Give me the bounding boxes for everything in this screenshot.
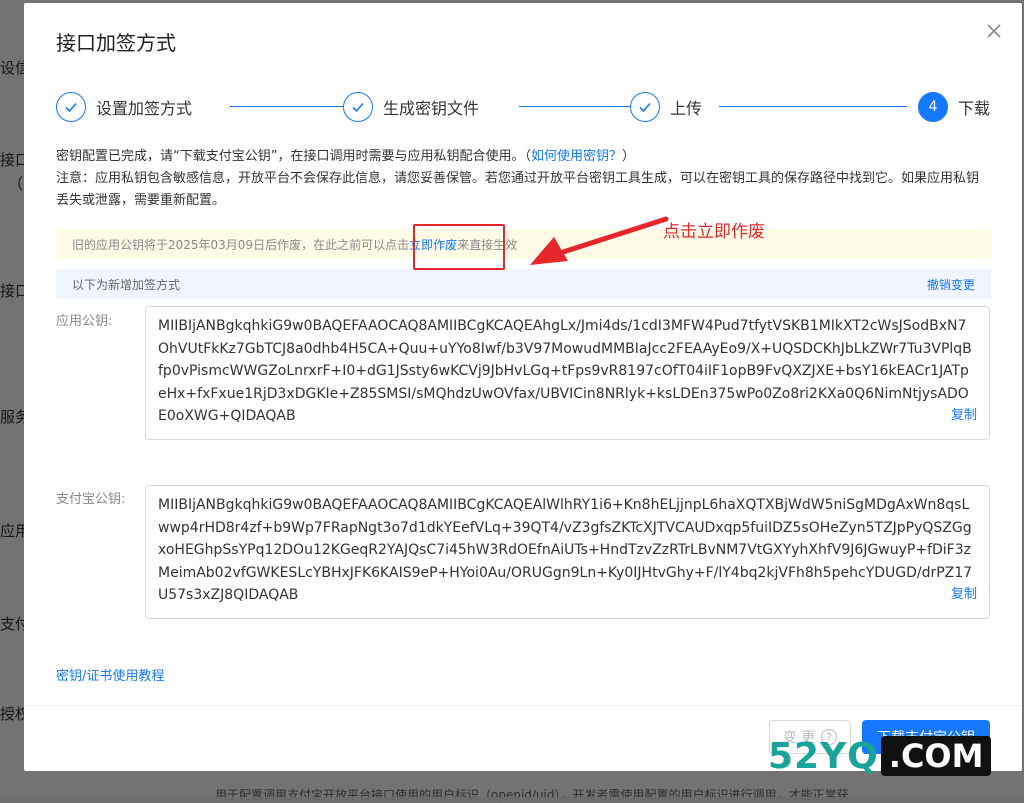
copy-alipay-public-key-link[interactable]: 复制: [951, 584, 977, 607]
check-icon: [56, 92, 86, 122]
new-method-text: 以下为新增加签方式: [72, 277, 181, 292]
step-4: 4 下载: [918, 89, 990, 125]
modal-header: 接口加签方式: [24, 3, 1022, 75]
site-watermark: 52YQ .COM: [768, 734, 1018, 778]
footer-divider: [24, 705, 1022, 706]
check-icon: [343, 92, 373, 122]
info-line: 密钥配置已完成，请“下载支付宝公钥”，在接口调用时需要与应用私钥配合使用。（如何…: [56, 146, 991, 168]
close-icon[interactable]: [984, 21, 1004, 41]
revert-change-link[interactable]: 撤销变更: [927, 276, 975, 293]
how-to-use-key-link[interactable]: 如何使用密钥？: [531, 149, 622, 164]
app-public-key-box: MIIBIjANBgkqhkiG9w0BAQEFAAOCAQ8AMIIBCgKC…: [145, 306, 990, 440]
app-public-key-label: 应用公钥:: [56, 314, 113, 329]
copy-app-public-key-link[interactable]: 复制: [951, 405, 977, 428]
watermark-left: 52YQ: [768, 735, 879, 777]
info-line-text: 密钥配置已完成，请“下载支付宝公钥”，在接口调用时需要与应用私钥配合使用。（: [56, 149, 531, 164]
alipay-public-key-label: 支付宝公钥:: [56, 492, 126, 507]
step-label: 设置加签方式: [96, 99, 193, 118]
notice-text: 旧的应用公钥将于2025年03月09日后作废，在此之前可以点击: [72, 237, 410, 252]
annotation-highlight-box: [413, 224, 505, 270]
step-number: 4: [918, 92, 948, 122]
alipay-public-key-box: MIIBIjANBgkqhkiG9w0BAQEFAAOCAQ8AMIIBCgKC…: [145, 485, 990, 619]
step-2: 生成密钥文件: [343, 89, 479, 125]
modal-title: 接口加签方式: [56, 31, 176, 55]
step-connector: [719, 106, 907, 107]
watermark-right: .COM: [880, 736, 992, 776]
new-method-bar: 以下为新增加签方式 撤销变更: [56, 269, 991, 299]
check-icon: [630, 92, 660, 122]
step-label: 下载: [958, 99, 991, 118]
sign-method-modal: 接口加签方式 设置加签方式 生成密钥文件 上传 4 下载 密钥配置已完成，请“下…: [24, 3, 1022, 771]
info-text: 密钥配置已完成，请“下载支付宝公钥”，在接口调用时需要与应用私钥配合使用。（如何…: [56, 146, 991, 212]
step-connector: [230, 106, 353, 107]
app-public-key-value: MIIBIjANBgkqhkiG9w0BAQEFAAOCAQ8AMIIBCgKC…: [158, 318, 972, 424]
step-connector: [519, 106, 643, 107]
info-note: 注意：应用私钥包含敏感信息，开放平台不会保存此信息，请您妥善保管。若您通过开放平…: [56, 171, 980, 208]
step-label: 生成密钥文件: [383, 99, 480, 118]
key-tutorial-link[interactable]: 密钥/证书使用教程: [56, 665, 164, 684]
steps-bar: 设置加签方式 生成密钥文件 上传 4 下载: [56, 89, 991, 125]
annotation-text: 点击立即作废: [663, 222, 765, 242]
info-line-end: ）: [622, 149, 636, 164]
alipay-public-key-value: MIIBIjANBgkqhkiG9w0BAQEFAAOCAQ8AMIIBCgKC…: [158, 497, 973, 603]
annotation-arrow-icon: [530, 216, 669, 265]
step-3: 上传: [630, 89, 702, 125]
step-1: 设置加签方式: [56, 89, 192, 125]
step-label: 上传: [670, 99, 703, 118]
